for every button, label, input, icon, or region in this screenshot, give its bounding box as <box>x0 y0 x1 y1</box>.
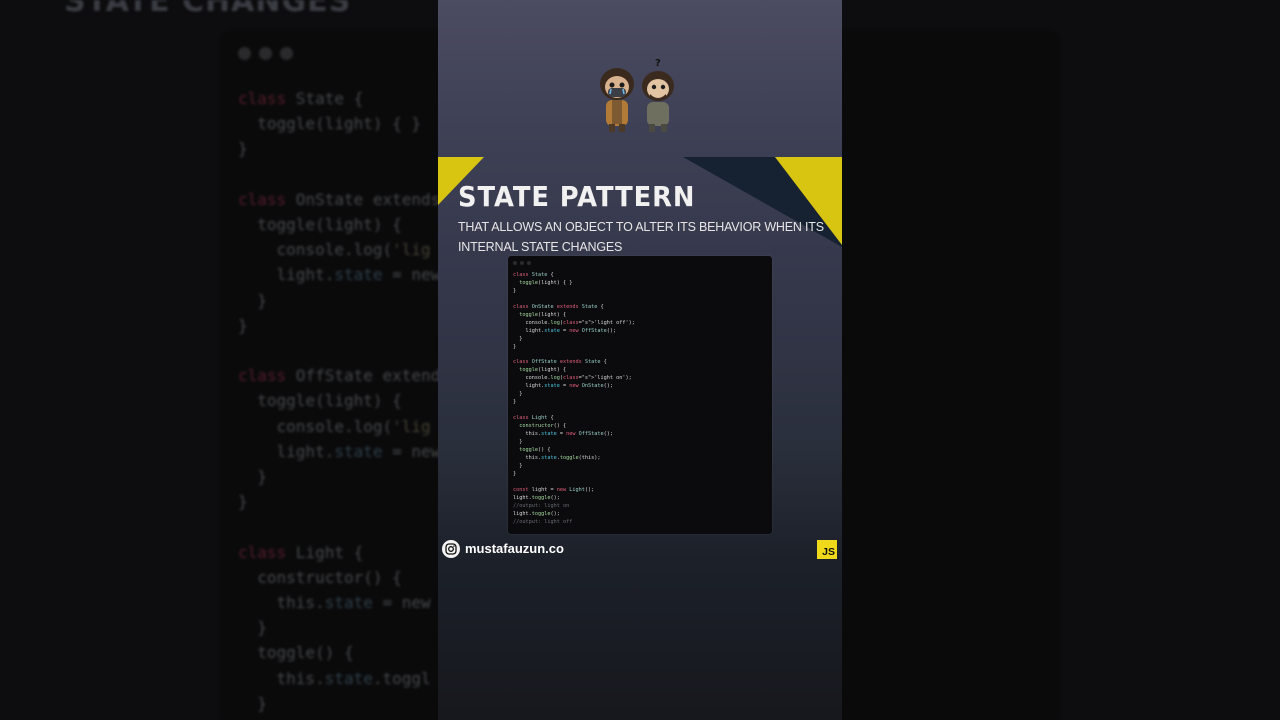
background-title: STATE CHANGES <box>64 0 352 19</box>
footer: mustafauzun.co JS <box>438 537 842 561</box>
code-line: light.toggle(); <box>513 494 560 501</box>
code-line: light.state = new OffState(); <box>513 327 617 334</box>
code-line: } <box>513 391 523 398</box>
code-line: class State { <box>513 272 554 278</box>
background-code: class State { toggle(light) { } } class … <box>238 86 440 716</box>
code-line: } <box>513 470 517 477</box>
background-code-line: class Light { <box>238 542 364 562</box>
code-line: console.log(class="s">'light off'); <box>513 319 635 326</box>
background-code-line: this.state = new <box>238 593 431 613</box>
code-line: } <box>513 335 523 342</box>
background-code-line: } <box>238 492 248 512</box>
background-code-line: toggle(light) { } <box>238 114 422 134</box>
page-title: STATE PATTERN <box>458 180 696 213</box>
background-code-line: class State { <box>238 89 364 108</box>
background-code-line: light.state = new <box>238 441 441 461</box>
code-line: toggle(light) { <box>519 367 567 374</box>
code-window: class State { toggle(light) { } } class … <box>508 256 772 534</box>
background-code-line: } <box>238 467 267 487</box>
svg-text:?: ? <box>655 58 661 69</box>
code-line: light.toggle(); <box>513 510 560 517</box>
code-line: constructor() { <box>519 423 567 430</box>
code-line: //output: light off <box>513 518 573 525</box>
code-line: light.state = new OnState(); <box>513 383 613 390</box>
code-line: //output: light on <box>513 502 570 509</box>
code-line: toggle() { <box>519 446 551 453</box>
code-line: class Light { <box>513 415 554 422</box>
background-code-line: light.state = new <box>238 265 441 285</box>
code-line: } <box>513 439 523 446</box>
code-line: toggle(light) { <box>519 311 567 318</box>
background-code-line: this.state.toggl <box>238 668 431 688</box>
javascript-badge: JS <box>817 540 837 559</box>
code-line: } <box>513 343 517 350</box>
instagram-handle[interactable]: mustafauzun.co <box>465 541 564 556</box>
code-line: class OnState extends State { <box>513 303 604 310</box>
background-code-line: } <box>238 693 267 713</box>
code-line: } <box>513 399 517 406</box>
background-code-line: } <box>238 618 267 638</box>
code-line: console.log(class="s">'light on'); <box>513 375 632 382</box>
background-code-line: } <box>238 139 248 159</box>
background-code-line: toggle(light) { <box>238 391 402 411</box>
background-code-line: toggle(light) { <box>238 215 402 235</box>
background-code-line: constructor() { <box>238 567 402 587</box>
code-line: const light = new Light(); <box>513 486 595 493</box>
background-code-line: toggle() { <box>238 643 354 663</box>
instagram-icon[interactable] <box>442 540 460 558</box>
video-frame: ? STATE PATTERN THAT ALLOWS AN OBJECT TO… <box>438 0 842 720</box>
background-code-line: } <box>238 290 267 310</box>
code-line: class OffState extends State { <box>513 359 607 366</box>
code-line: this.state = new OffState(); <box>513 431 613 438</box>
background-code-line: } <box>238 315 248 335</box>
background-code-line: console.log('lig <box>238 240 431 260</box>
background-window-dots <box>238 47 293 60</box>
page-subtitle: THAT ALLOWS AN OBJECT TO ALTER ITS BEHAV… <box>458 220 824 254</box>
background-code-line: class OnState extends <box>238 189 441 209</box>
code-line: toggle(light) { } <box>519 279 573 286</box>
code-line: } <box>513 287 517 294</box>
characters-illustration: ? <box>600 58 674 132</box>
code-line: } <box>513 462 523 469</box>
background-code-line: console.log('lig <box>238 416 431 436</box>
window-dots <box>513 261 531 265</box>
code-block: class State { toggle(light) { } } class … <box>513 272 635 527</box>
background-code-line: class OffState extend <box>238 366 441 386</box>
code-line: this.state.toggle(this); <box>513 454 601 461</box>
